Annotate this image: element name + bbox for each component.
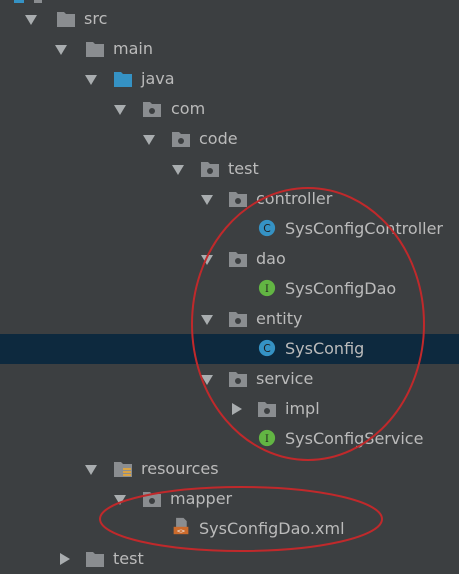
tree-item-label: controller — [256, 189, 333, 208]
tree-item-com[interactable]: com — [0, 94, 459, 124]
folder-icon — [86, 42, 104, 57]
svg-text:I: I — [265, 284, 269, 295]
chevron-down-icon[interactable] — [201, 195, 213, 205]
tree-item-test-root[interactable]: test — [0, 544, 459, 574]
tree-item-label: SysConfigDao.xml — [199, 519, 345, 538]
tree-item-code[interactable]: code — [0, 124, 459, 154]
package-icon — [143, 492, 161, 507]
package-icon — [143, 102, 161, 117]
chevron-down-icon[interactable] — [201, 255, 213, 265]
package-icon — [229, 192, 247, 207]
resources-folder-icon — [114, 462, 132, 477]
chevron-down-icon[interactable] — [55, 45, 67, 55]
tree-item-sysconfig[interactable]: C SysConfig — [0, 334, 459, 364]
package-icon — [172, 132, 190, 147]
svg-text:C: C — [263, 342, 271, 355]
tree-item-label: com — [171, 99, 206, 118]
tree-item-label: resources — [141, 459, 219, 478]
chevron-down-icon[interactable] — [25, 15, 37, 25]
tree-item-label: SysConfigService — [285, 429, 424, 448]
tree-item-dao[interactable]: dao — [0, 244, 459, 274]
svg-text:I: I — [265, 434, 269, 445]
tree-item-label: mapper — [170, 489, 233, 508]
package-icon — [229, 312, 247, 327]
scroll-marker — [14, 0, 24, 3]
tree-item-main[interactable]: main — [0, 34, 459, 64]
folder-icon — [57, 12, 75, 27]
tree-item-sysconfigcontroller[interactable]: C SysConfigController — [0, 214, 459, 244]
tree-item-label: main — [113, 39, 153, 58]
chevron-down-icon[interactable] — [172, 165, 184, 175]
xml-file-icon: <> — [173, 517, 189, 535]
interface-i-icon: I — [258, 429, 276, 447]
package-icon — [258, 402, 276, 417]
tree-item-label: service — [256, 369, 314, 388]
class-c-icon: C — [258, 339, 276, 357]
chevron-right-icon[interactable] — [232, 403, 242, 415]
tree-item-src[interactable]: src — [0, 4, 459, 34]
tree-item-service[interactable]: service — [0, 364, 459, 394]
chevron-down-icon[interactable] — [143, 135, 155, 145]
tree-item-mapper[interactable]: mapper — [0, 484, 459, 514]
class-c-icon: C — [258, 219, 276, 237]
folder-icon — [86, 552, 104, 567]
tree-item-resources[interactable]: resources — [0, 454, 459, 484]
project-tree: src main java com code test controller C — [0, 0, 459, 568]
tree-item-label: entity — [256, 309, 303, 328]
tree-item-label: test — [228, 159, 259, 178]
tree-item-label: dao — [256, 249, 286, 268]
tree-item-label: java — [141, 69, 175, 88]
tree-item-entity[interactable]: entity — [0, 304, 459, 334]
chevron-down-icon[interactable] — [201, 315, 213, 325]
chevron-down-icon[interactable] — [85, 465, 97, 475]
chevron-down-icon[interactable] — [114, 495, 126, 505]
chevron-down-icon[interactable] — [85, 75, 97, 85]
tree-item-label: src — [84, 9, 108, 28]
svg-text:<>: <> — [177, 527, 185, 535]
chevron-down-icon[interactable] — [201, 375, 213, 385]
source-folder-icon — [114, 72, 132, 87]
package-icon — [229, 372, 247, 387]
tree-item-sysconfigservice[interactable]: I SysConfigService — [0, 424, 459, 454]
package-icon — [201, 162, 219, 177]
chevron-down-icon[interactable] — [114, 105, 126, 115]
tree-item-controller[interactable]: controller — [0, 184, 459, 214]
scroll-marker-2 — [34, 0, 42, 3]
interface-i-icon: I — [258, 279, 276, 297]
svg-text:C: C — [263, 222, 271, 235]
tree-item-sysconfigdao-xml[interactable]: <> SysConfigDao.xml — [0, 514, 459, 544]
tree-item-label: test — [113, 549, 144, 568]
package-icon — [229, 252, 247, 267]
tree-item-sysconfigdao[interactable]: I SysConfigDao — [0, 274, 459, 304]
chevron-right-icon[interactable] — [60, 553, 70, 565]
tree-item-label: SysConfig — [285, 339, 365, 358]
tree-item-impl[interactable]: impl — [0, 394, 459, 424]
tree-item-java[interactable]: java — [0, 64, 459, 94]
tree-item-test[interactable]: test — [0, 154, 459, 184]
tree-item-label: SysConfigDao — [285, 279, 397, 298]
tree-item-label: SysConfigController — [285, 219, 443, 238]
tree-item-label: impl — [285, 399, 320, 418]
tree-item-label: code — [199, 129, 238, 148]
